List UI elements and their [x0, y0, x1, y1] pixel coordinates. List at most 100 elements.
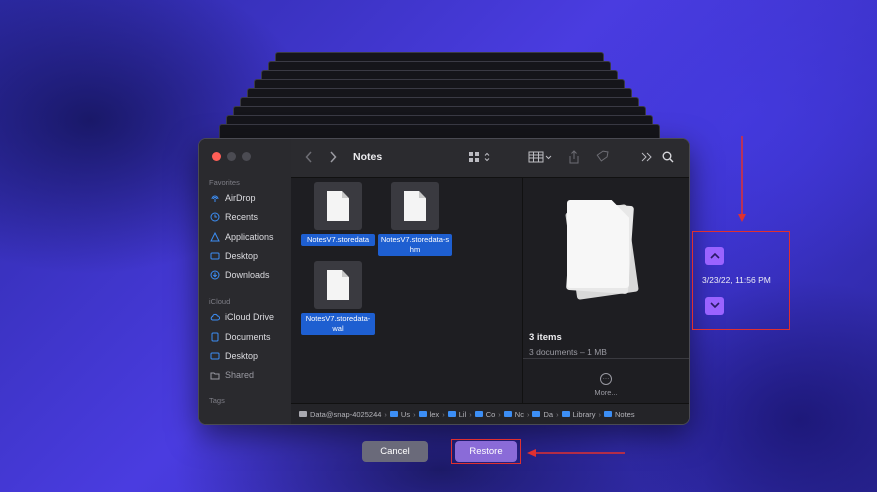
group-button[interactable] [528, 150, 554, 166]
sidebar-item-label: AirDrop [225, 193, 256, 203]
path-item[interactable]: Us [401, 410, 410, 419]
sidebar: Favorites AirDrop Recents Applications D… [199, 139, 292, 424]
folder-icon [604, 411, 612, 417]
sidebar-item-airdrop[interactable]: AirDrop [210, 191, 256, 205]
more-button[interactable]: … More... [585, 366, 627, 397]
file-grid: NotesV7.storedata NotesV7.storedata-shm … [291, 178, 521, 403]
path-item[interactable]: lex [430, 410, 440, 419]
file-name: NotesV7.storedata-wal [301, 313, 375, 335]
forward-button[interactable] [327, 150, 339, 166]
restore-button[interactable]: Restore [455, 441, 517, 462]
chevron-right-icon [329, 150, 337, 166]
applications-icon [210, 232, 220, 242]
sidebar-item-icloud-desktop[interactable]: Desktop [210, 349, 258, 363]
newer-backup-button[interactable] [705, 297, 724, 315]
preview-pane: 3 items 3 documents – 1 MB … More... [522, 178, 689, 403]
backup-timestamp: 3/23/22, 11:56 PM [702, 275, 771, 285]
share-button[interactable] [567, 149, 581, 167]
download-icon [210, 270, 220, 280]
search-button[interactable] [660, 150, 676, 166]
desktop-icon [210, 351, 220, 361]
group-grid-icon [528, 151, 554, 166]
annotation-arrow-down [736, 134, 748, 231]
file-name: NotesV7.storedata [301, 234, 375, 246]
sidebar-item-label: Documents [225, 332, 271, 342]
window-title: Notes [353, 151, 383, 163]
path-bar: Data@snap-4025244 › Us › lex › Lil › Co › Nc ›… [291, 403, 689, 424]
sidebar-item-icloud-drive[interactable]: iCloud Drive [210, 310, 274, 324]
share-icon [568, 149, 580, 167]
close-button[interactable] [212, 152, 221, 161]
more-toolbar-button[interactable] [640, 150, 654, 166]
file-thumbnail [314, 261, 362, 309]
grid-icon [468, 151, 492, 166]
folder-icon [389, 411, 398, 417]
document-icon [327, 191, 349, 221]
sidebar-item-downloads[interactable]: Downloads [210, 268, 270, 282]
path-item[interactable]: Co [486, 410, 496, 419]
folder-icon [418, 411, 427, 417]
sidebar-item-label: iCloud Drive [225, 312, 275, 322]
document-icon [327, 270, 349, 300]
older-backup-button[interactable] [705, 247, 724, 265]
section-favorites: Favorites [209, 178, 240, 187]
path-item[interactable]: Lil [459, 410, 467, 419]
path-item[interactable]: Library [573, 410, 596, 419]
file-thumbnail [391, 182, 439, 230]
tag-icon [595, 150, 609, 167]
finder-window: Favorites AirDrop Recents Applications D… [198, 138, 690, 425]
file-item[interactable]: NotesV7.storedata-shm [377, 182, 453, 256]
folder-icon [532, 411, 541, 417]
desktop-icon [210, 251, 220, 261]
folder-icon [447, 411, 456, 417]
chevron-left-icon [305, 150, 313, 166]
icon-view-button[interactable] [467, 150, 493, 166]
search-icon [662, 151, 674, 166]
preview-detail: 3 documents – 1 MB [529, 347, 607, 357]
sidebar-item-applications[interactable]: Applications [210, 230, 274, 244]
documents-stack-icon [561, 192, 641, 302]
preview-count: 3 items [529, 332, 562, 343]
sidebar-item-desktop[interactable]: Desktop [210, 249, 258, 263]
folder-icon [474, 411, 483, 417]
sidebar-item-label: Applications [225, 232, 274, 242]
document-icon [404, 191, 426, 221]
back-button[interactable] [303, 150, 315, 166]
folder-icon [503, 411, 512, 417]
cloud-icon [210, 312, 220, 322]
chevron-down-icon [709, 300, 720, 312]
sidebar-item-recents[interactable]: Recents [210, 210, 258, 224]
file-item[interactable]: NotesV7.storedata [300, 182, 376, 246]
file-thumbnail [314, 182, 362, 230]
sidebar-item-label: Recents [225, 212, 259, 222]
folder-icon [561, 411, 570, 417]
disk-icon [299, 411, 307, 417]
annotation-arrow-left [525, 446, 627, 464]
clock-icon [210, 212, 220, 222]
ellipsis-circle-icon: … [600, 373, 612, 385]
zoom-button[interactable] [242, 152, 251, 161]
path-item[interactable]: Da [543, 410, 553, 419]
window-controls [212, 152, 251, 161]
document-icon [210, 332, 220, 342]
sidebar-item-label: Desktop [225, 351, 259, 361]
file-name: NotesV7.storedata-shm [378, 234, 452, 256]
file-item[interactable]: NotesV7.storedata-wal [300, 261, 376, 335]
section-icloud: iCloud [209, 297, 231, 306]
path-item[interactable]: Data@snap-4025244 [310, 410, 381, 419]
section-tags: Tags [209, 396, 225, 405]
sidebar-item-label: Downloads [225, 270, 270, 280]
path-item[interactable]: Notes [615, 410, 635, 419]
minimize-button[interactable] [227, 152, 236, 161]
toolbar: Notes [291, 139, 689, 178]
sidebar-item-label: Desktop [225, 251, 259, 261]
path-item[interactable]: Nc [515, 410, 524, 419]
double-chevron-right-icon [641, 152, 653, 165]
shared-folder-icon [210, 370, 220, 380]
sidebar-item-shared[interactable]: Shared [210, 368, 254, 382]
cancel-button[interactable]: Cancel [362, 441, 428, 462]
airdrop-icon [210, 193, 220, 203]
tag-button[interactable] [594, 150, 610, 166]
more-label: More... [594, 388, 618, 397]
sidebar-item-documents[interactable]: Documents [210, 330, 271, 344]
